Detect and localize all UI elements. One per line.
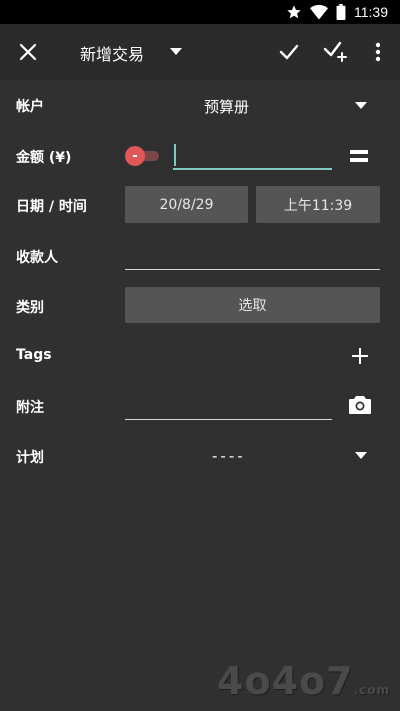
payee-label: 收款人 <box>16 250 58 266</box>
title-dropdown-button[interactable] <box>164 38 188 66</box>
minus-sign: - <box>132 148 138 164</box>
site-watermark: 4o4o7.com <box>217 659 390 703</box>
time-button[interactable]: 上午11:39 <box>256 186 380 223</box>
watermark-text: 4o4o7 <box>217 659 354 703</box>
camera-icon <box>349 396 371 414</box>
plan-select[interactable]: ---- <box>120 440 388 472</box>
wifi-icon <box>310 4 328 20</box>
save-and-new-button[interactable] <box>318 34 352 70</box>
more-options-button[interactable] <box>364 34 392 70</box>
app-bar: 新增交易 <box>0 24 400 80</box>
battery-icon <box>336 4 346 20</box>
amount-row: 金额 (¥) - <box>0 138 400 174</box>
plan-row: 计划 ---- <box>0 440 400 472</box>
payee-underline <box>125 269 380 270</box>
datetime-row: 日期 / 时间 20/8/29 上午11:39 <box>0 186 400 224</box>
account-value: 预算册 <box>204 98 250 116</box>
star-icon <box>287 5 301 19</box>
account-label: 帐户 <box>16 99 44 115</box>
watermark-suffix: .com <box>353 683 390 697</box>
close-button[interactable] <box>10 34 46 70</box>
notes-row: 附注 <box>0 390 400 422</box>
account-row: 帐户 预算册 <box>0 88 400 124</box>
category-select-button[interactable]: 选取 <box>125 287 380 323</box>
payee-row: 收款人 <box>0 240 400 272</box>
chevron-down-icon <box>355 102 367 109</box>
status-bar: 11:39 <box>0 0 400 24</box>
close-icon <box>19 43 37 61</box>
plus-icon <box>352 348 368 364</box>
save-button[interactable] <box>272 34 306 70</box>
amount-label: 金额 (¥) <box>16 150 72 166</box>
payee-input[interactable] <box>125 240 380 270</box>
notes-label: 附注 <box>16 400 44 416</box>
datetime-label: 日期 / 时间 <box>16 199 87 215</box>
amount-underline <box>173 168 332 170</box>
chevron-down-icon <box>355 452 367 459</box>
amount-input[interactable] <box>173 142 332 170</box>
check-plus-icon <box>323 41 347 62</box>
page-title[interactable]: 新增交易 <box>80 41 144 65</box>
add-tag-button[interactable] <box>346 342 374 370</box>
calculator-button[interactable] <box>346 144 372 168</box>
plan-value: ---- <box>212 447 246 465</box>
tags-label: Tags <box>16 347 52 363</box>
toggle-thumb: - <box>125 146 145 166</box>
attach-photo-button[interactable] <box>346 392 374 418</box>
tags-row: Tags <box>0 340 400 372</box>
check-icon <box>279 44 299 60</box>
account-select[interactable]: 预算册 <box>120 88 388 124</box>
category-label: 类别 <box>16 300 44 316</box>
more-vert-icon <box>375 42 381 62</box>
notes-underline <box>125 419 332 420</box>
income-expense-toggle[interactable]: - <box>125 146 159 166</box>
equals-icon <box>350 150 368 162</box>
notes-input[interactable] <box>125 390 332 420</box>
category-row: 类别 选取 <box>0 287 400 325</box>
caret-down-icon <box>170 48 182 55</box>
plan-label: 计划 <box>16 450 44 466</box>
status-time: 11:39 <box>354 4 388 20</box>
text-cursor <box>174 144 176 166</box>
date-button[interactable]: 20/8/29 <box>125 186 248 223</box>
